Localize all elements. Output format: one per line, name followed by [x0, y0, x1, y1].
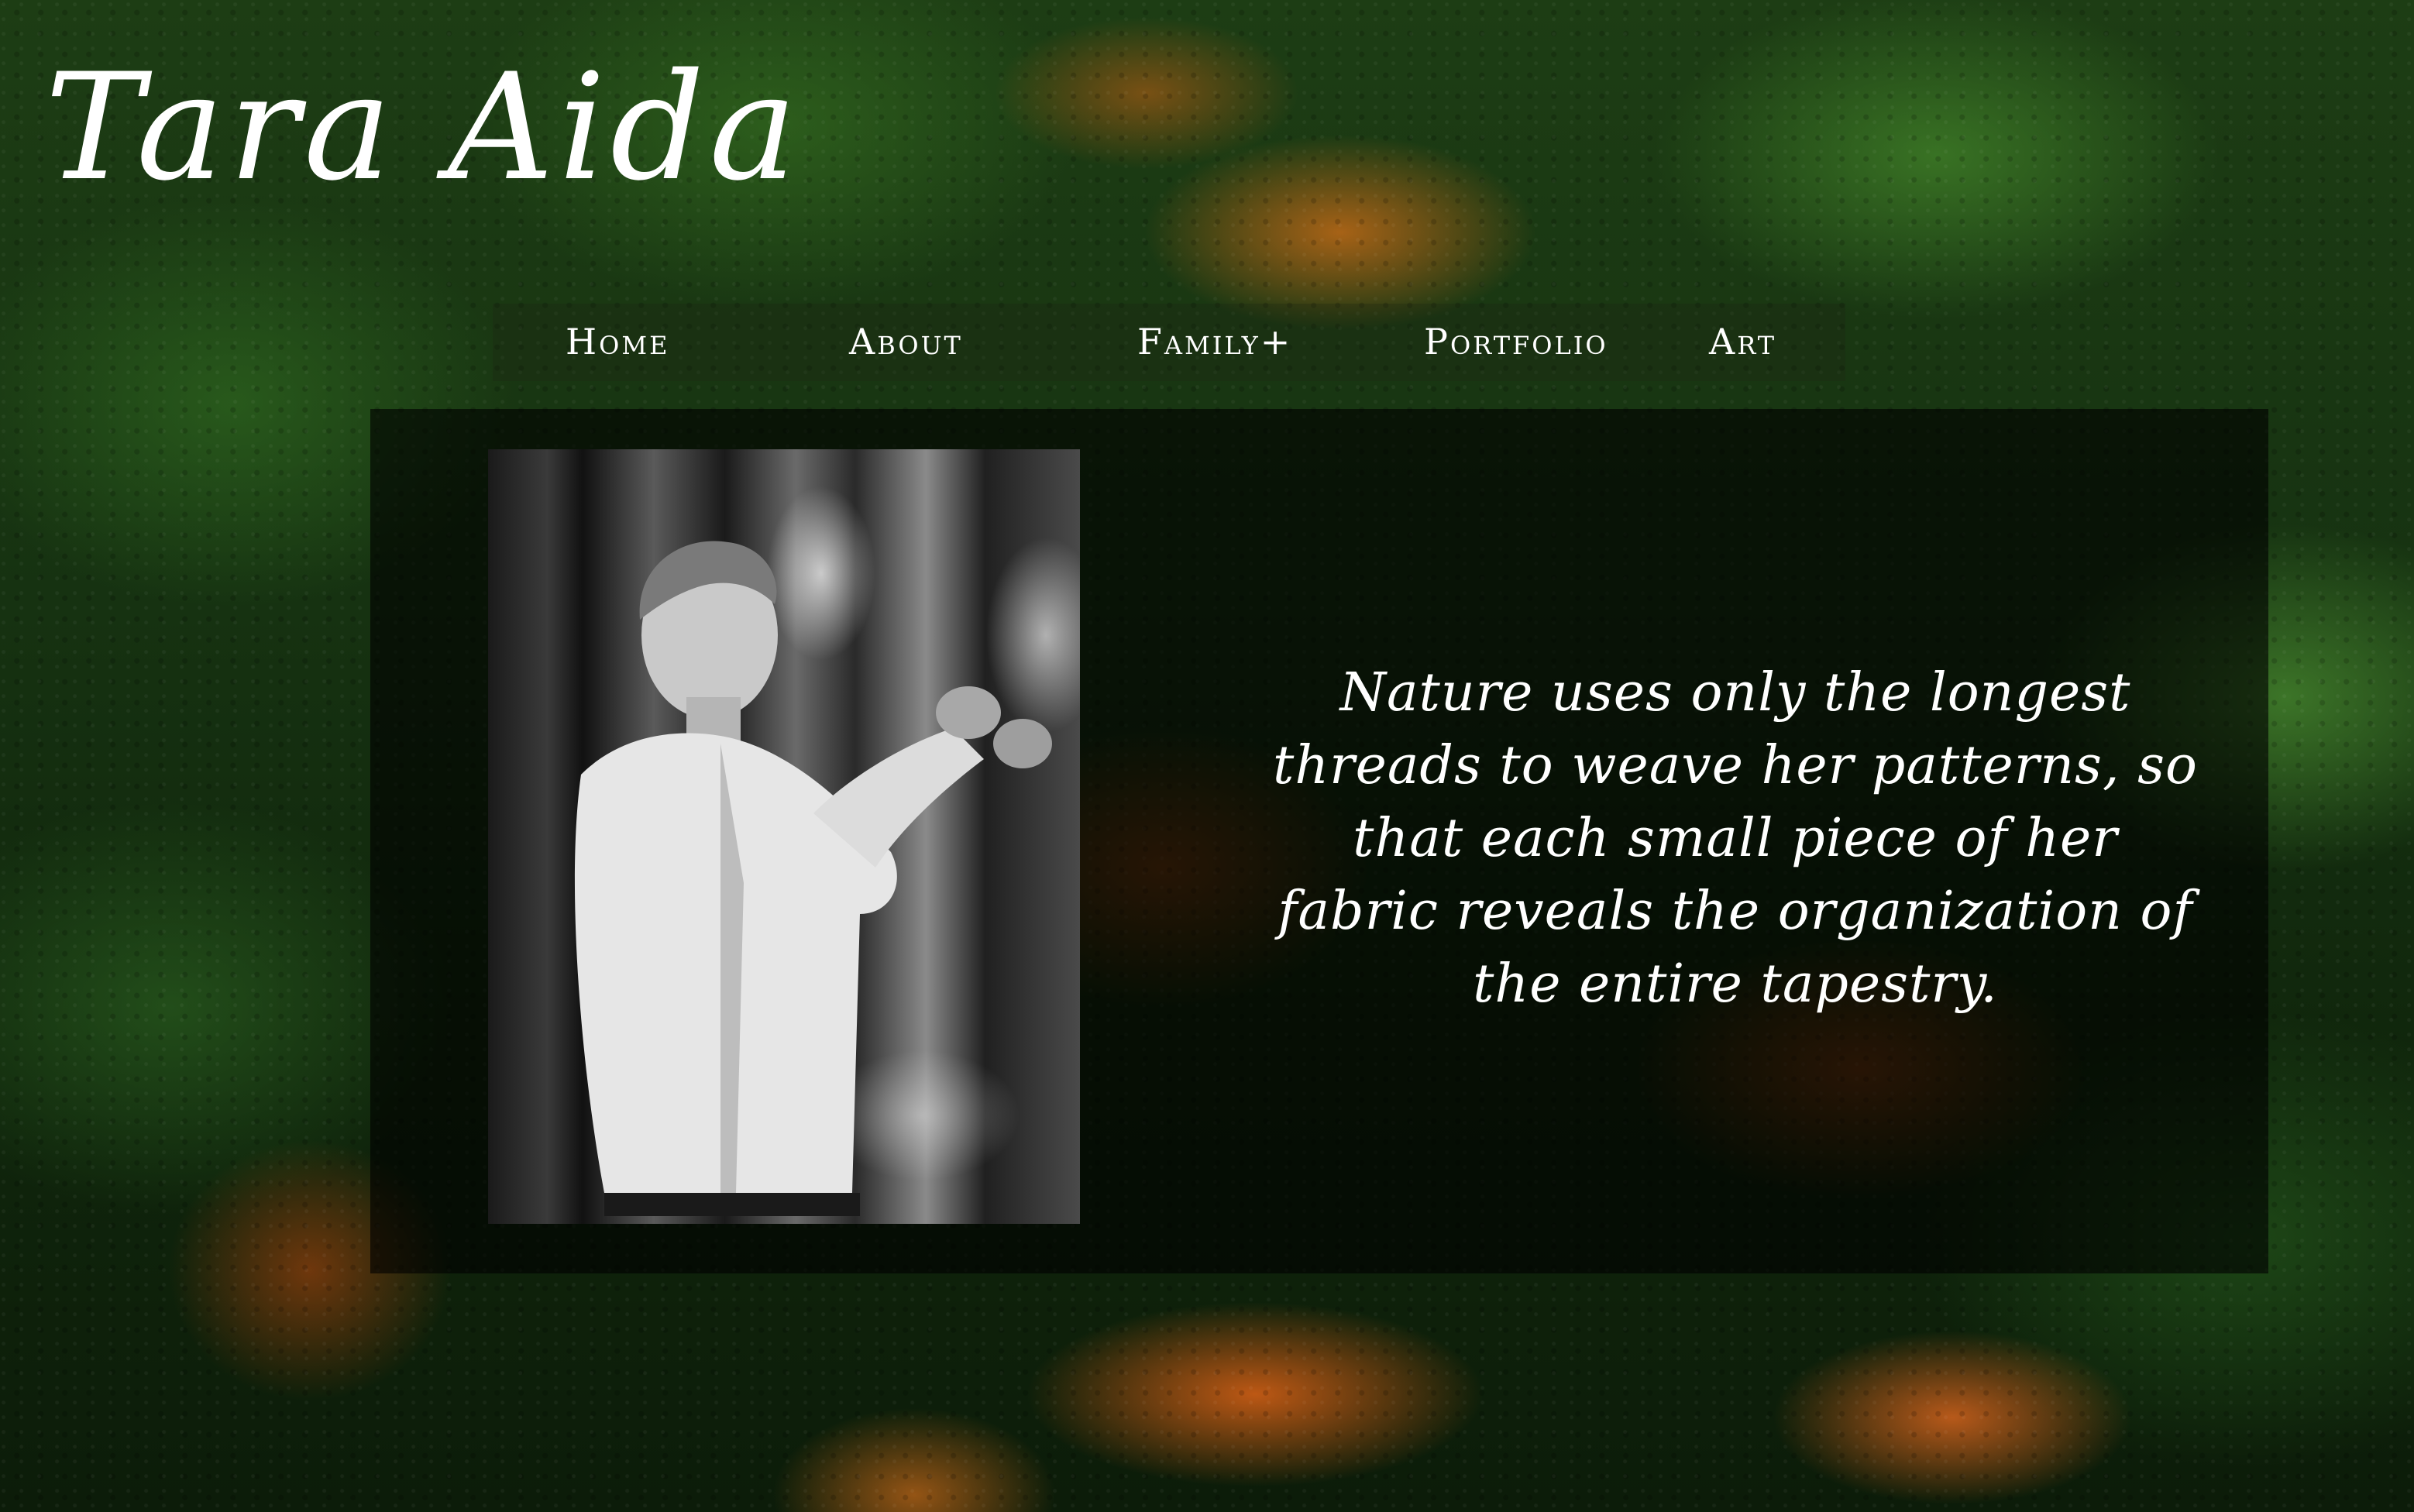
nav-item-portfolio[interactable]: Portfolio — [1424, 324, 1608, 359]
quote-text: Nature uses only the longest threads to … — [1273, 662, 2198, 1015]
nav-item-home[interactable]: Home — [566, 324, 669, 359]
portrait-photo — [488, 449, 1080, 1224]
nav-item-about[interactable]: About — [849, 324, 963, 359]
nav-item-family[interactable]: Family+ — [1137, 324, 1292, 359]
page: Tara Aida Home About Family+ Portfolio A… — [0, 0, 2414, 1512]
site-title[interactable]: Tara Aida — [45, 54, 802, 201]
portrait-silhouette-icon — [574, 541, 1052, 1216]
nav-item-art[interactable]: Art — [1709, 324, 1776, 359]
